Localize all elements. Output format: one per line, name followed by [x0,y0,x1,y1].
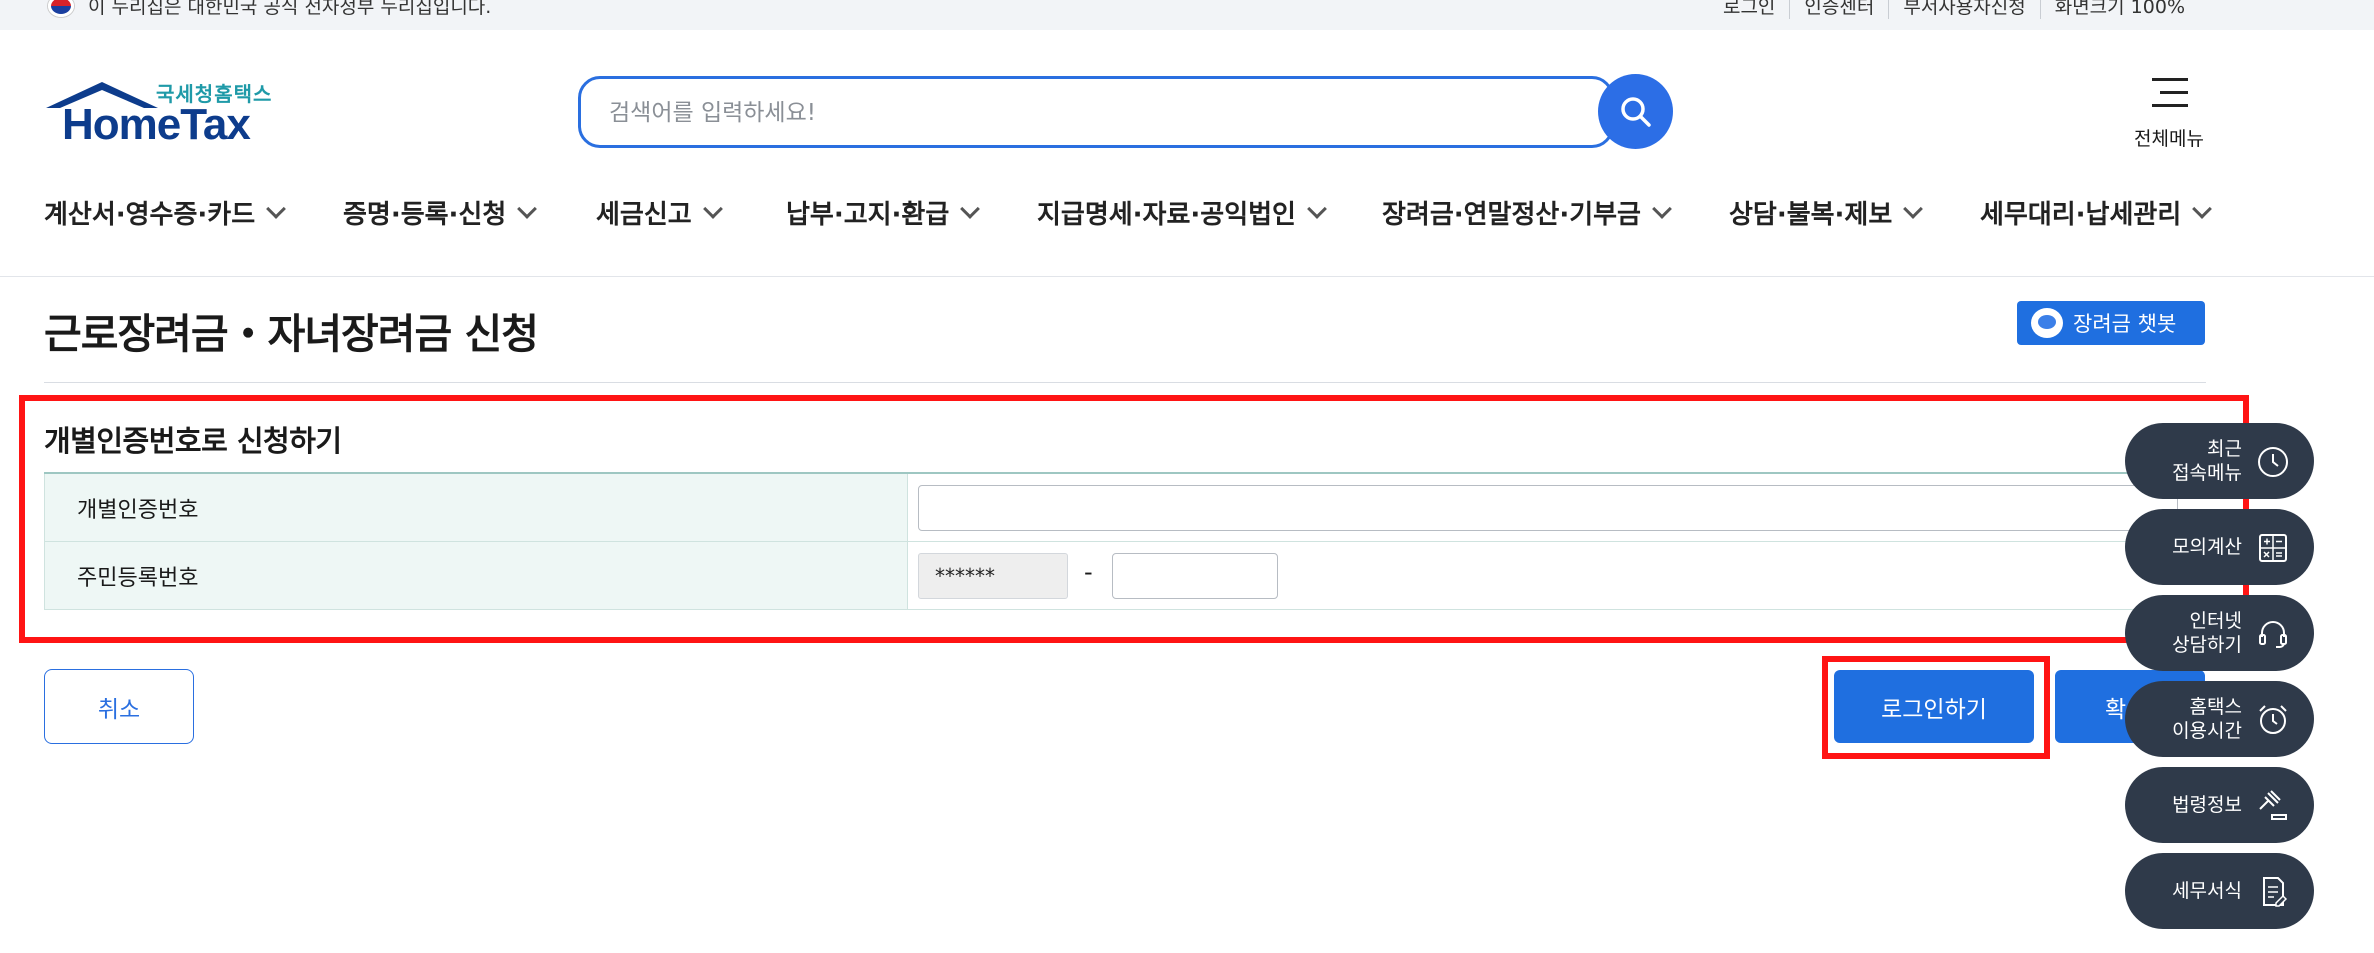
nav-item-payment[interactable]: 납부·고지·환급 [786,194,981,231]
nav-item-label: 납부·고지·환급 [786,200,950,230]
auth-form-table: 개별인증번호 주민등록번호 ****** - [44,472,2206,610]
login-link[interactable]: 로그인 [1709,0,1789,19]
quick-label-line1: 모의계산 [2172,536,2242,558]
chevron-down-icon [1652,198,1672,219]
incentive-chatbot-button[interactable]: 장려금 챗봇 [2017,301,2205,345]
nav-item-tax-agent[interactable]: 세무대리·납세관리 [1980,194,2213,231]
search-box [578,76,1614,148]
gov-notice-text: 이 누리집은 대한민국 공식 전자정부 누리집입니다. [88,0,492,18]
title-divider [44,382,2206,383]
quick-tax-forms[interactable]: 세무서식 [2125,853,2314,929]
search-icon [1620,96,1651,127]
calculator-icon [2259,534,2287,562]
chevron-down-icon [960,198,981,219]
search-input[interactable] [609,97,1559,129]
quick-label-line1: 인터넷 [2189,610,2242,632]
nav-divider [0,276,2374,277]
chevron-down-icon [517,198,538,219]
hometax-logo[interactable]: 국세청홈택스 HomeTax [44,76,274,152]
quick-label-line2: 상담하기 [2172,634,2242,656]
nav-item-invoice[interactable]: 계산서·영수증·카드 [44,194,287,231]
rrn-cell: ****** - [908,542,2206,609]
nav-item-incentive[interactable]: 장려금·연말정산·기부금 [1382,194,1672,231]
korea-flag-icon [48,0,74,17]
quick-mock-calc[interactable]: 모의계산 [2125,509,2314,585]
rrn-front-masked: ****** [918,553,1068,599]
quick-law-info[interactable]: 법령정보 [2125,767,2314,843]
chevron-down-icon [2192,198,2213,219]
nav-item-label: 장려금·연말정산·기부금 [1382,200,1641,230]
form-row-rrn: 주민등록번호 ****** - [44,542,2206,610]
gov-notice: 이 누리집은 대한민국 공식 전자정부 누리집입니다. [48,0,491,19]
search-button[interactable] [1598,74,1673,149]
quick-service-hours[interactable]: 홈택스 이용시간 [2125,681,2314,757]
page-title: 근로장려금・자녀장려금 신청 [44,310,539,358]
quick-label: 법령정보 [2172,767,2242,843]
cert-number-input[interactable] [918,485,2178,531]
all-menu-label: 전체메뉴 [2134,128,2204,150]
rrn-separator: - [1084,558,1093,586]
chevron-down-icon [1903,198,1924,219]
quick-label-line2: 접속메뉴 [2172,462,2242,484]
quick-label-line2: 이용시간 [2172,720,2242,742]
headset-icon [2259,621,2287,648]
alarm-icon [2259,705,2287,734]
rrn-back-input[interactable] [1112,553,1278,599]
logo-wordmark: HomeTax [62,100,251,149]
nav-item-label: 상담·불복·제보 [1729,200,1893,230]
cert-number-cell [908,474,2206,541]
login-button[interactable]: 로그인하기 [1834,670,2034,743]
chevron-down-icon [266,198,287,219]
utility-links: 로그인 인증센터 부서사용자신청 화면크기 100% [1709,0,2199,19]
nav-item-label: 세무대리·납세관리 [1980,200,2182,230]
cert-center-link[interactable]: 인증센터 [1789,0,1888,19]
section-title: 개별인증번호로 신청하기 [44,424,342,458]
chatbot-label: 장려금 챗봇 [2073,312,2177,336]
quick-label: 최근 접속메뉴 [2172,423,2242,499]
dept-user-link[interactable]: 부서사용자신청 [1888,0,2039,19]
form-row-cert-number: 개별인증번호 [44,474,2206,542]
quick-online-consult[interactable]: 인터넷 상담하기 [2125,595,2314,671]
chevron-down-icon [702,198,723,219]
quick-label: 모의계산 [2172,509,2242,585]
quick-label: 홈택스 이용시간 [2172,681,2242,757]
nav-item-label: 증명·등록·신청 [343,200,507,230]
top-utility-bar: 이 누리집은 대한민국 공식 전자정부 누리집입니다. 로그인 인증센터 부서사… [0,0,2374,30]
quick-label: 인터넷 상담하기 [2172,595,2242,671]
nav-item-label: 지급명세·자료·공익법인 [1037,200,1296,230]
quick-recent-menu[interactable]: 최근 접속메뉴 [2125,423,2314,499]
nav-item-tax-filing[interactable]: 세금신고 [596,194,723,231]
nav-item-statements[interactable]: 지급명세·자료·공익법인 [1037,194,1327,231]
main-navigation: 계산서·영수증·카드 증명·등록·신청 세금신고 납부·고지·환급 지급명세·자… [44,194,2294,234]
quick-label-line1: 세무서식 [2172,880,2242,902]
hamburger-icon [2152,78,2188,117]
quick-label-line1: 홈택스 [2189,696,2242,718]
cert-number-label: 개별인증번호 [44,474,908,541]
nav-item-certificate[interactable]: 증명·등록·신청 [343,194,538,231]
quick-label-line1: 법령정보 [2172,794,2242,816]
quick-label: 세무서식 [2172,853,2242,929]
document-icon [2263,877,2288,907]
chevron-down-icon [1307,198,1327,219]
rrn-label: 주민등록번호 [44,542,908,609]
quick-label-line1: 최근 [2207,438,2242,460]
zoom-control[interactable]: 화면크기 100% [2039,0,2199,19]
nav-item-label: 세금신고 [596,200,692,230]
clock-icon [2258,447,2288,477]
gavel-icon [2259,790,2287,820]
cancel-button[interactable]: 취소 [44,669,194,744]
all-menu-button[interactable]: 전체메뉴 [2128,74,2210,154]
nav-item-consultation[interactable]: 상담·불복·제보 [1729,194,1924,231]
nav-item-label: 계산서·영수증·카드 [44,200,256,230]
chatbot-icon [2031,308,2063,338]
